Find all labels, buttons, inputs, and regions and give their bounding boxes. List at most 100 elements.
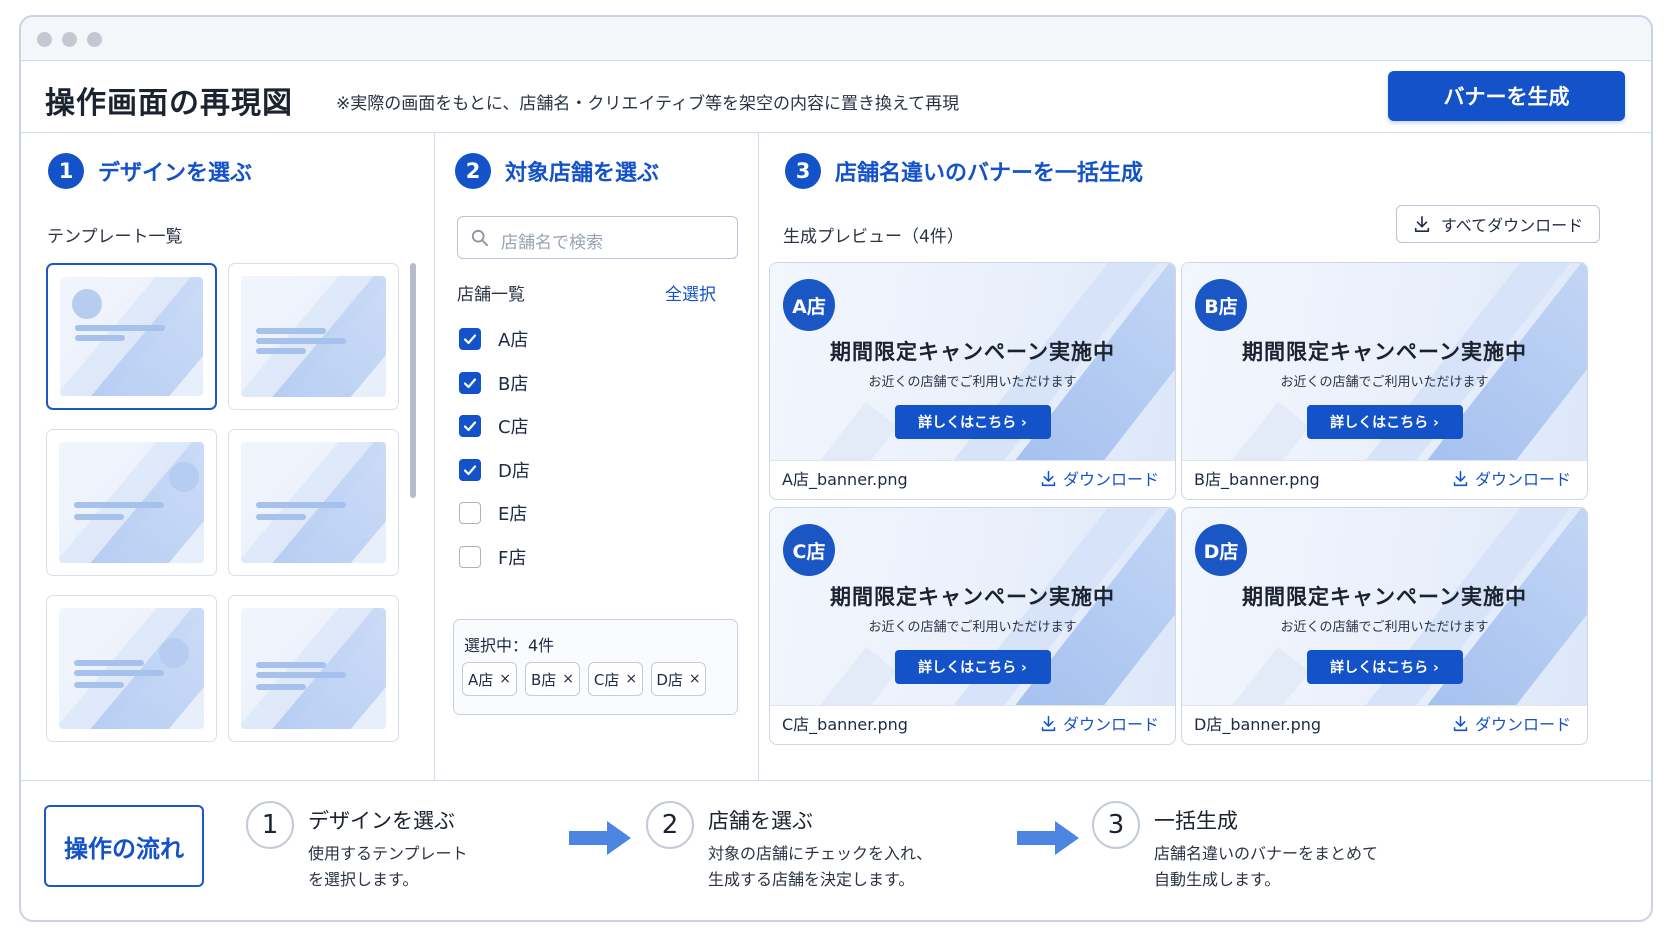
- flow-step-description: 使用するテンプレート を選択します。: [308, 841, 468, 893]
- banner-download-link[interactable]: ダウンロード: [1452, 711, 1571, 735]
- store-badge: D店: [1195, 524, 1247, 576]
- step1-number: 1: [48, 153, 84, 189]
- flow-desc-line: 対象の店舗にチェックを入れ、: [708, 844, 933, 863]
- store-item[interactable]: B店: [459, 370, 528, 396]
- store-badge: B店: [1195, 279, 1247, 331]
- step1-title: デザインを選ぶ: [98, 161, 253, 186]
- store-item[interactable]: C店: [459, 413, 529, 439]
- banner-filename: C店_banner.png: [782, 715, 908, 734]
- banner-subtitle: お近くの店舗でご利用いただけます: [1280, 620, 1489, 635]
- window-minimize-dot[interactable]: [62, 32, 77, 47]
- flow-step-number: 2: [646, 801, 694, 849]
- chip-remove-icon[interactable]: ×: [625, 671, 637, 687]
- page-header: 操作画面の再現図 ※実際の画面をもとに、店舗名・クリエイティブ等を架空の内容に置…: [21, 61, 1651, 133]
- banner-title: 期間限定キャンペーン実施中: [1242, 585, 1527, 609]
- download-label: ダウンロード: [1474, 470, 1571, 489]
- store-label: D店: [498, 460, 530, 482]
- selected-store-chip: B店 ×: [525, 662, 580, 696]
- store-checkbox[interactable]: [459, 458, 481, 481]
- flow-step-title: デザインを選ぶ: [308, 809, 455, 833]
- flow-step-description: 対象の店舗にチェックを入れ、 生成する店舗を決定します。: [708, 841, 932, 893]
- operation-flow: 操作の流れ 1 デザインを選ぶ 使用するテンプレート を選択します。 2 店舗を選ぶ 対象の…: [21, 780, 1651, 920]
- chip-label: D店: [656, 670, 683, 689]
- store-label: E店: [498, 504, 528, 525]
- store-badge: C店: [783, 524, 835, 576]
- download-icon: [1453, 470, 1468, 486]
- chip-remove-icon[interactable]: ×: [562, 671, 574, 687]
- banner-download-link[interactable]: ダウンロード: [1040, 466, 1159, 490]
- template-thumbnail[interactable]: [228, 595, 399, 742]
- app-window: 操作画面の再現図 ※実際の画面をもとに、店舗名・クリエイティブ等を架空の内容に置…: [19, 15, 1653, 922]
- banner-cta-button: 詳しくはこちら ›: [894, 405, 1051, 439]
- chip-remove-icon[interactable]: ×: [689, 671, 701, 687]
- download-label: ダウンロード: [1062, 715, 1159, 734]
- step2-number: 2: [455, 153, 491, 189]
- flow-step-number: 3: [1092, 801, 1140, 849]
- flow-step-title: 一括生成: [1154, 809, 1238, 833]
- download-label: ダウンロード: [1062, 470, 1159, 489]
- template-preview: [241, 608, 386, 729]
- step2-heading: 2 対象店舗を選ぶ: [455, 153, 659, 189]
- store-checkbox[interactable]: [459, 502, 481, 524]
- check-icon: [463, 334, 477, 345]
- store-checkbox[interactable]: [459, 371, 481, 394]
- banner-preview[interactable]: C店 期間限定キャンペーン実施中 お近くの店舗でご利用いただけます 詳しくはこちら ›: [770, 508, 1175, 706]
- template-thumbnail[interactable]: [228, 429, 399, 576]
- template-list-label: テンプレート一覧: [47, 227, 183, 247]
- banner-card: B店 期間限定キャンペーン実施中 お近くの店舗でご利用いただけます 詳しくはこちら ›…: [1181, 262, 1588, 500]
- template-preview: [241, 276, 386, 397]
- flow-desc-line: 自動生成します。: [1154, 870, 1281, 889]
- step3-title: 店舗名違いのバナーを一括生成: [835, 161, 1144, 186]
- page-title: 操作画面の再現図: [45, 86, 293, 121]
- store-search-input[interactable]: 店舗名で検索: [457, 216, 738, 259]
- store-checkbox[interactable]: [459, 415, 481, 437]
- chip-label: A店: [468, 670, 494, 689]
- banner-title: 期間限定キャンペーン実施中: [830, 585, 1115, 609]
- store-item[interactable]: A店: [459, 326, 528, 352]
- store-item[interactable]: F店: [459, 544, 526, 570]
- banner-preview[interactable]: B店 期間限定キャンペーン実施中 お近くの店舗でご利用いただけます 詳しくはこちら ›: [1182, 263, 1587, 461]
- template-thumbnail[interactable]: [46, 263, 217, 410]
- chip-label: C店: [593, 670, 620, 689]
- banner-cta-button: 詳しくはこちら ›: [1306, 650, 1463, 684]
- selection-box: 選択中：4件 A店 × B店 × C店 × D店 ×: [453, 619, 738, 715]
- chip-remove-icon[interactable]: ×: [499, 671, 511, 687]
- banner-subtitle: お近くの店舗でご利用いただけます: [868, 375, 1077, 390]
- chip-label: B店: [530, 670, 557, 689]
- flow-step-title: 店舗を選ぶ: [708, 809, 813, 833]
- banner-preview[interactable]: D店期間限定キャンペーン実施中お近くの店舗でご利用いただけます詳しくはこちら ›: [1182, 508, 1587, 706]
- template-thumbnail[interactable]: [228, 263, 399, 410]
- template-preview: [59, 442, 204, 563]
- window-close-dot[interactable]: [37, 32, 52, 47]
- store-item[interactable]: D店: [459, 457, 530, 483]
- step3-heading: 3 店舗名違いのバナーを一括生成: [785, 153, 1143, 189]
- download-all-label: すべてダウンロード: [1440, 216, 1584, 235]
- flow-arrow-icon: [1017, 821, 1079, 855]
- generate-banner-button[interactable]: バナーを生成: [1388, 71, 1625, 121]
- select-all-link[interactable]: 全選択: [665, 280, 716, 305]
- banner-filename: A店_banner.png: [782, 470, 908, 489]
- download-icon: [1041, 715, 1056, 731]
- store-checkbox[interactable]: [459, 328, 481, 350]
- download-label: ダウンロード: [1474, 715, 1571, 734]
- banner-download-link[interactable]: ダウンロード: [1040, 711, 1159, 735]
- download-all-button[interactable]: すべてダウンロード: [1396, 205, 1600, 243]
- store-label: C店: [498, 417, 529, 438]
- banner-download-link[interactable]: ダウンロード: [1452, 466, 1571, 490]
- window-maximize-dot[interactable]: [87, 32, 102, 47]
- store-panel: 2 対象店舗を選ぶ 店舗名で検索 店舗一覧 全選択 A店 B店 C店 D店 E店 F店 選…: [435, 133, 759, 780]
- store-checkbox[interactable]: [459, 545, 481, 568]
- template-scrollbar[interactable]: [410, 263, 416, 498]
- download-icon: [1453, 715, 1468, 731]
- template-thumbnail[interactable]: [46, 595, 217, 742]
- banner-cta-button: 詳しくはこちら ›: [1306, 405, 1463, 439]
- flow-desc-line: 店舗名違いのバナーをまとめて: [1154, 844, 1379, 863]
- store-badge: A店: [783, 279, 835, 331]
- preview-panel: 3 店舗名違いのバナーを一括生成 生成プレビュー（4件） すべてダウンロード A…: [759, 133, 1651, 780]
- banner-card: C店 期間限定キャンペーン実施中 お近くの店舗でご利用いただけます 詳しくはこちら ›…: [769, 507, 1176, 745]
- banner-preview[interactable]: A店 期間限定キャンペーン実施中 お近くの店舗でご利用いただけます 詳しくはこちら ›: [770, 263, 1175, 461]
- store-item[interactable]: E店: [459, 500, 527, 526]
- template-preview: [241, 442, 386, 563]
- template-thumbnail[interactable]: [46, 429, 217, 576]
- selected-store-chip: D店 ×: [651, 662, 706, 696]
